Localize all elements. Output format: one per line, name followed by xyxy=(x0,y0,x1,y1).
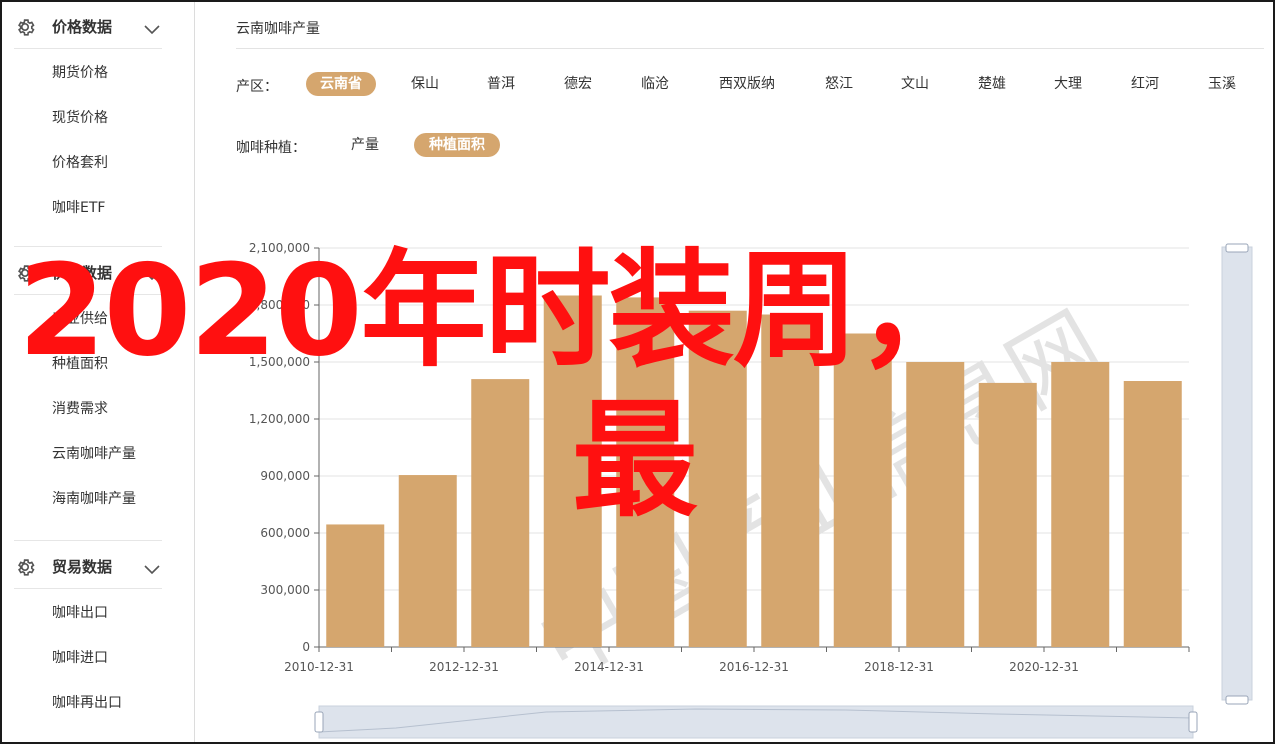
sidebar: 价格数据期货价格现货价格价格套利咖啡ETF 供需数据产业供给种植面积消费需求云南咖… xyxy=(2,2,195,742)
bar-chart: 中国产业信息网 0300,000600,000900,0001,200,0001… xyxy=(249,241,1253,739)
y-tick-label: 900,000 xyxy=(260,469,310,483)
sidebar-group-title: 价格数据 xyxy=(52,18,113,36)
y-tick-label: 600,000 xyxy=(260,526,310,540)
gear-icon xyxy=(14,16,36,38)
sidebar-nav-item[interactable]: 期货价格 xyxy=(52,62,108,82)
chart-bar[interactable] xyxy=(688,310,747,647)
chart-bar[interactable] xyxy=(1123,381,1182,647)
gear-icon xyxy=(14,556,36,578)
x-tick-label: 2016-12-31 xyxy=(719,660,789,674)
chart-bar[interactable] xyxy=(398,475,457,647)
chart-bar[interactable] xyxy=(616,297,675,647)
group-divider xyxy=(14,246,162,247)
sidebar-nav-item[interactable]: 咖啡进口 xyxy=(52,647,108,667)
slider-handle-bottom[interactable] xyxy=(1225,695,1249,705)
sidebar-nav-item[interactable]: 种植面积 xyxy=(52,353,108,373)
sidebar-nav-item[interactable]: 咖啡ETF xyxy=(52,197,105,217)
sidebar-group-title: 贸易数据 xyxy=(52,558,113,576)
gear-icon xyxy=(14,262,36,284)
chart-bar[interactable] xyxy=(761,314,820,648)
slider-handle-top[interactable] xyxy=(1225,243,1249,253)
sidebar-nav-item[interactable]: 海南咖啡产量 xyxy=(52,488,136,508)
sidebar-group-title: 供需数据 xyxy=(52,264,113,282)
zoom-handle-right[interactable] xyxy=(1188,711,1198,733)
chart-bar[interactable] xyxy=(471,379,530,647)
sidebar-nav-item[interactable]: 价格套利 xyxy=(52,152,108,172)
sidebar-group-header[interactable]: 贸易数据 xyxy=(2,544,195,588)
y-tick-label: 1,200,000 xyxy=(249,412,310,426)
y-tick-label: 300,000 xyxy=(260,583,310,597)
chart-bar[interactable] xyxy=(833,333,892,648)
sidebar-nav-item[interactable]: 云南咖啡产量 xyxy=(52,443,136,463)
zoom-handle-left[interactable] xyxy=(314,711,324,733)
sidebar-nav-item[interactable]: 现货价格 xyxy=(52,107,108,127)
chart-bar[interactable] xyxy=(543,295,602,648)
y-tick-label: 1,800,000 xyxy=(249,298,310,312)
sidebar-nav-item[interactable]: 产业供给 xyxy=(52,308,108,328)
x-tick-label: 2010-12-31 xyxy=(284,660,354,674)
x-tick-label: 2020-12-31 xyxy=(1009,660,1079,674)
sidebar-nav-item[interactable]: 咖啡再出口 xyxy=(52,692,122,712)
y-tick-label: 1,500,000 xyxy=(249,355,310,369)
group-divider xyxy=(14,540,162,541)
horizontal-data-zoom[interactable] xyxy=(314,705,1198,739)
chart-bar[interactable] xyxy=(1051,362,1110,647)
sidebar-nav-item[interactable]: 消费需求 xyxy=(52,398,108,418)
sidebar-group-header[interactable]: 价格数据 xyxy=(2,4,195,48)
chart-bar[interactable] xyxy=(906,362,965,647)
chart-bar[interactable] xyxy=(326,524,385,647)
group-divider xyxy=(14,588,162,589)
chart-bar[interactable] xyxy=(978,382,1037,647)
sidebar-group-header[interactable]: 供需数据 xyxy=(2,250,195,294)
x-tick-label: 2018-12-31 xyxy=(864,660,934,674)
vertical-zoom-slider[interactable] xyxy=(1221,243,1253,705)
y-tick-label: 0 xyxy=(302,640,310,654)
x-tick-label: 2012-12-31 xyxy=(429,660,499,674)
chevron-down-icon[interactable] xyxy=(144,266,160,281)
group-divider xyxy=(14,294,162,295)
main-panel: 云南咖啡产量 产区： 云南省 保山 普洱 德宏 临沧 西双版纳 怒江 文山 楚雄 大理 红河 玉溪 咖… xyxy=(196,2,1273,742)
sidebar-nav-item[interactable]: 咖啡出口 xyxy=(52,602,108,622)
x-tick-label: 2014-12-31 xyxy=(574,660,644,674)
y-tick-label: 2,100,000 xyxy=(249,241,310,255)
chevron-down-icon[interactable] xyxy=(144,560,160,575)
group-divider xyxy=(14,48,162,49)
chevron-down-icon[interactable] xyxy=(144,20,160,35)
